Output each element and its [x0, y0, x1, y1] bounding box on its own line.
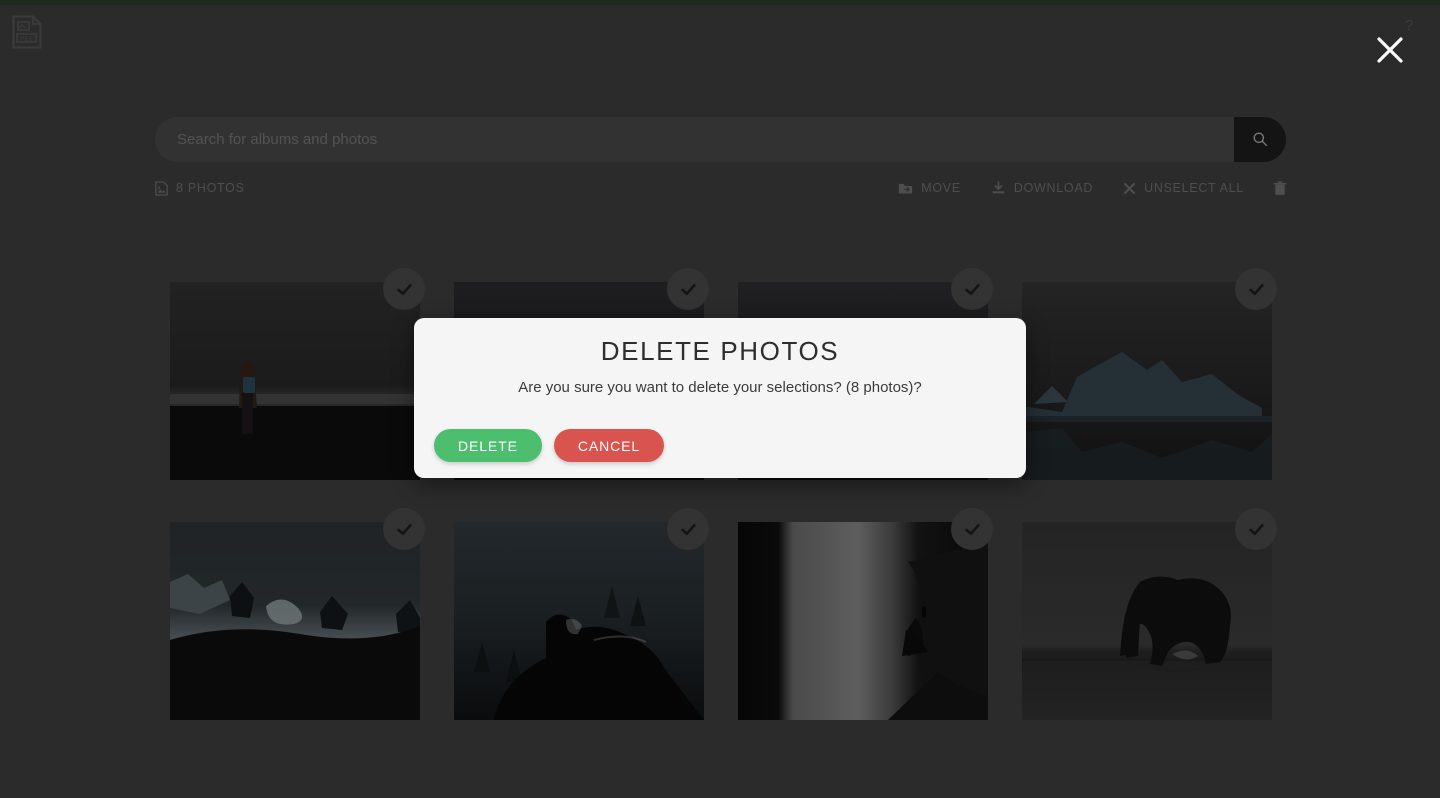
toolbar-right: MOVE DOWNLOAD UNSELECT ALL [868, 180, 1286, 196]
photo-count: 8 PHOTOS [155, 180, 245, 196]
check-icon [964, 283, 980, 295]
download-label: DOWNLOAD [1013, 181, 1094, 195]
photo-thumbnail[interactable] [1022, 282, 1272, 480]
photo-cell [439, 508, 709, 720]
photo-icon [155, 180, 168, 196]
check-icon [396, 283, 412, 295]
photo-select-badge[interactable] [667, 508, 709, 550]
download-icon [992, 181, 1005, 194]
photo-select-badge[interactable] [951, 268, 993, 310]
photo-thumbnail[interactable] [738, 522, 988, 720]
search-input[interactable] [155, 117, 1234, 162]
photo-cell [1007, 268, 1277, 480]
check-icon [396, 523, 412, 535]
help-glyph: ? [1405, 17, 1414, 34]
photo-thumbnail[interactable] [170, 522, 420, 720]
photo-cell [155, 508, 425, 720]
cancel-button[interactable]: CANCEL [553, 429, 665, 462]
close-button[interactable] [1369, 29, 1411, 71]
search-button[interactable] [1234, 117, 1286, 162]
modal-message: Are you sure you want to delete your sel… [518, 379, 922, 396]
close-x-icon [1124, 182, 1136, 194]
confirm-delete-button[interactable]: DELETE [434, 429, 542, 462]
move-button[interactable]: MOVE [898, 181, 961, 195]
photo-select-badge[interactable] [951, 508, 993, 550]
photo-select-badge[interactable] [667, 268, 709, 310]
photo-select-badge[interactable] [1235, 268, 1277, 310]
photo-thumbnail[interactable] [170, 282, 420, 480]
modal-actions: DELETE CANCEL [434, 429, 665, 462]
photo-count-label: 8 PHOTOS [176, 181, 245, 195]
move-label: MOVE [921, 181, 961, 195]
photo-select-badge[interactable] [383, 508, 425, 550]
photo-gallery-app: PEG ? 8 PHOTOS [0, 0, 1440, 798]
check-icon [680, 523, 696, 535]
photo-cell [723, 508, 993, 720]
photo-select-badge[interactable] [1235, 508, 1277, 550]
delete-confirm-modal: DELETE PHOTOS Are you sure you want to d… [414, 318, 1026, 478]
selection-toolbar: 8 PHOTOS MOVE DOWNLOAD UNSELECT ALL [155, 176, 1286, 200]
delete-button[interactable] [1274, 180, 1286, 196]
unselect-all-label: UNSELECT ALL [1144, 181, 1244, 195]
check-icon [964, 523, 980, 535]
folder-move-icon [899, 183, 913, 193]
download-button[interactable]: DOWNLOAD [991, 181, 1093, 195]
svg-text:PEG: PEG [20, 35, 33, 43]
photo-select-badge[interactable] [383, 268, 425, 310]
trash-icon [1274, 180, 1286, 195]
top-accent-strip [0, 0, 1440, 5]
search-bar [155, 117, 1286, 162]
modal-title: DELETE PHOTOS [600, 336, 840, 366]
photo-thumbnail[interactable] [454, 522, 704, 720]
broken-image-icon: PEG [12, 15, 42, 49]
close-icon [1377, 37, 1403, 63]
check-icon [680, 283, 696, 295]
photo-cell [155, 268, 425, 480]
toolbar-left: 8 PHOTOS [155, 180, 245, 196]
photo-cell [1007, 508, 1277, 720]
photo-thumbnail[interactable] [1022, 522, 1272, 720]
check-icon [1248, 523, 1264, 535]
check-icon [1248, 283, 1264, 295]
search-icon [1253, 132, 1267, 147]
unselect-all-button[interactable]: UNSELECT ALL [1123, 181, 1244, 195]
